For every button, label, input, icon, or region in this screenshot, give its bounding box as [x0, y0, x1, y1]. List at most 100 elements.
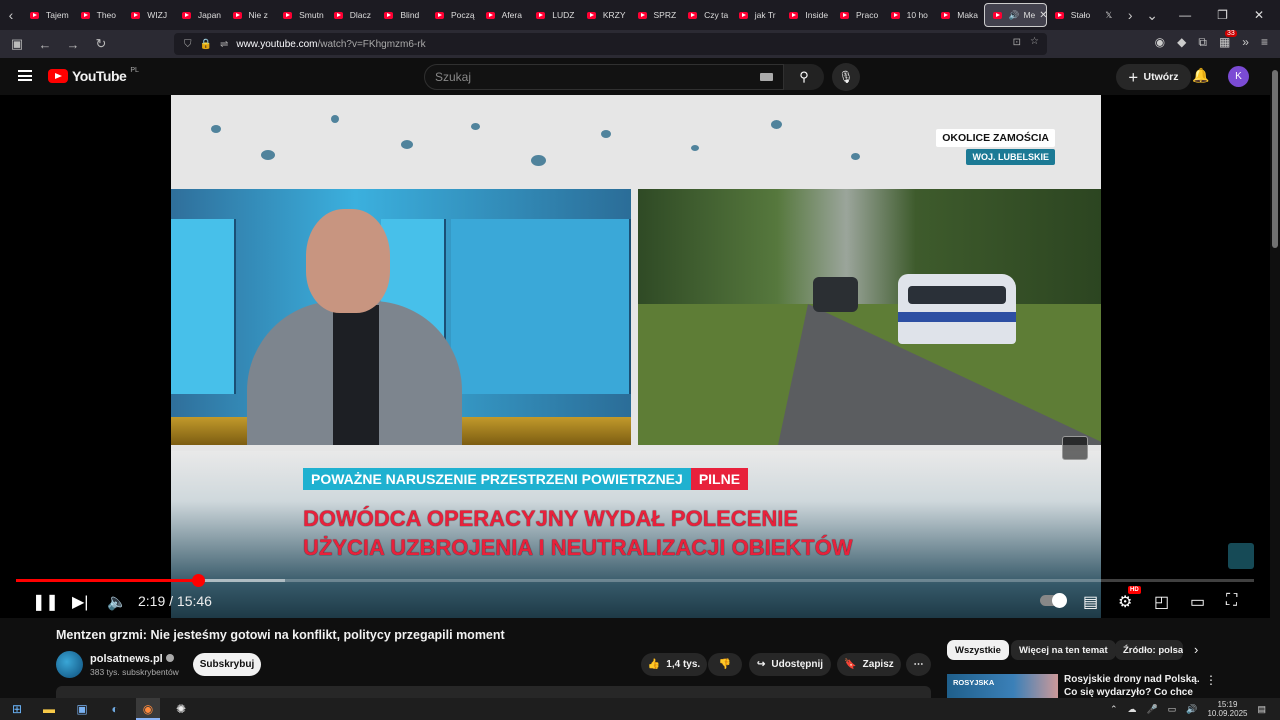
window-close-icon[interactable]: ✕ — [1254, 8, 1264, 22]
scrubber-handle[interactable] — [191, 574, 205, 587]
settings-app-icon[interactable]: ✺ — [173, 701, 189, 717]
youtube-logo[interactable]: YouTube PL — [48, 67, 139, 84]
tabs-scroll-left-icon[interactable]: ‹ — [0, 7, 22, 23]
channel-avatar[interactable] — [56, 651, 83, 678]
picture-in-picture-icon[interactable] — [1062, 436, 1088, 460]
chip-source[interactable]: Źródło: polsa — [1115, 640, 1183, 660]
subtitles-icon[interactable]: ▤ — [1083, 592, 1098, 612]
browser-tab[interactable]: LUDZ — [528, 3, 579, 27]
recommended-title[interactable]: Rosyjskie drony nad Polską. Co się wydar… — [1064, 673, 1204, 698]
chip-all[interactable]: Wszystkie — [947, 640, 1009, 660]
browser-tab[interactable]: jak Tr — [731, 3, 782, 27]
notifications-icon[interactable]: ▤ — [1257, 704, 1266, 715]
browser-tab[interactable]: Stało — [1047, 3, 1098, 27]
microphone-tray-icon[interactable]: 🎤 — [1146, 704, 1157, 715]
volume-icon[interactable]: 🔈 — [107, 592, 127, 612]
reload-icon[interactable]: ↻ — [94, 36, 108, 52]
shield-icon[interactable]: ⛉ — [184, 39, 192, 50]
firefox-icon[interactable]: ◉ — [140, 701, 156, 717]
browser-tab[interactable]: KRZY — [579, 3, 630, 27]
subscribe-button[interactable]: Subskrybuj — [193, 653, 261, 676]
cloud-icon[interactable]: ☁ — [1127, 704, 1136, 715]
browser-tab[interactable]: WIZJ — [123, 3, 174, 27]
more-actions-button[interactable]: ⋯ — [906, 653, 931, 676]
browser-tab[interactable]: Inside — [781, 3, 832, 27]
app-menu-icon[interactable]: ≡ — [1261, 35, 1268, 50]
autoplay-toggle[interactable] — [1040, 593, 1067, 608]
browser-tab[interactable]: Tajem — [22, 3, 73, 27]
reader-view-icon[interactable]: ⊡ — [1013, 37, 1021, 48]
description-box-edge[interactable] — [56, 686, 931, 698]
theater-mode-icon[interactable]: ▭ — [1190, 592, 1205, 612]
recommended-thumbnail[interactable]: ROSYJSKA — [947, 674, 1058, 698]
pause-icon[interactable]: ❚❚ — [32, 592, 59, 612]
avatar[interactable]: K — [1228, 66, 1249, 87]
back-icon[interactable]: ← — [38, 37, 52, 52]
voice-search-button[interactable]: 🎙 — [832, 63, 860, 91]
recommended-more-icon[interactable]: ⋮ — [1205, 673, 1217, 687]
volume-tray-icon[interactable]: 🔊 — [1186, 704, 1197, 715]
tabs-scroll-right-icon[interactable]: › — [1119, 7, 1141, 23]
browser-tab[interactable]: Czy ta — [680, 3, 731, 27]
browser-tab[interactable]: Nie z — [225, 3, 276, 27]
notifications-bell-icon[interactable]: 🔔 — [1192, 67, 1209, 84]
lock-icon[interactable]: 🔒 — [200, 39, 212, 50]
windows-start-icon[interactable]: ⊞ — [9, 701, 25, 717]
chips-next-chevron-icon[interactable]: › — [1194, 642, 1198, 657]
dislike-button[interactable]: 👎 — [708, 653, 742, 676]
file-explorer-icon[interactable]: ▬ — [41, 701, 57, 717]
browser-tab[interactable]: Dlacz — [326, 3, 377, 27]
bookmark-star-icon[interactable]: ☆ — [1030, 36, 1039, 47]
tab-close-icon[interactable]: ✕ — [1039, 10, 1046, 21]
address-bar[interactable]: ⛉ 🔒 ⇌ www.youtube.com/watch?v=FKhgmzm6-r… — [174, 33, 1047, 55]
chip-related[interactable]: Więcej na ten temat — [1011, 640, 1116, 660]
permissions-icon[interactable]: ⇌ — [220, 39, 228, 50]
extension-shield-icon[interactable]: ◉ — [1155, 35, 1165, 50]
x-favicon-icon[interactable]: 𝕏 — [1097, 3, 1119, 27]
keyboard-icon[interactable] — [760, 73, 773, 81]
tray-overflow-icon[interactable]: ⌃ — [1110, 704, 1118, 715]
browser-tab[interactable]: Theo — [73, 3, 124, 27]
tab-groups-icon[interactable]: ▣ — [10, 36, 24, 52]
browser-tab[interactable]: 10 ho — [883, 3, 934, 27]
app-icon[interactable]: ▣ — [74, 701, 90, 717]
settings-gear-icon[interactable]: ⚙ — [1118, 592, 1132, 612]
forward-icon[interactable]: → — [66, 37, 80, 52]
video-frame[interactable]: OKOLICE ZAMOŚCIA WOJ. LUBELSKIE POWAŻNE … — [171, 95, 1101, 618]
browser-tab[interactable]: Począ — [427, 3, 478, 27]
browser-tab[interactable]: Smutn — [275, 3, 326, 27]
guide-menu-icon[interactable] — [18, 70, 32, 81]
page-scrollbar[interactable] — [1270, 58, 1280, 698]
steam-icon[interactable]: ◐ — [107, 701, 123, 717]
scrollbar-thumb[interactable] — [1272, 70, 1278, 248]
network-icon[interactable]: ▭ — [1168, 704, 1177, 715]
speaker-icon[interactable]: 🔊 — [1009, 10, 1020, 21]
video-player[interactable]: OKOLICE ZAMOŚCIA WOJ. LUBELSKIE POWAŻNE … — [0, 95, 1270, 618]
minimize-icon[interactable]: — — [1179, 8, 1191, 22]
browser-tab[interactable]: Japan — [174, 3, 225, 27]
channel-watermark[interactable] — [1228, 543, 1254, 569]
search-input[interactable]: Szukaj — [424, 64, 784, 90]
progress-bar[interactable] — [16, 574, 1254, 587]
channel-name[interactable]: polsatnews.pl — [90, 653, 174, 665]
next-video-icon[interactable]: ▶| — [72, 592, 88, 612]
extension-fox-icon[interactable]: ◆ — [1177, 35, 1186, 50]
list-all-tabs-icon[interactable]: ⌄ — [1141, 7, 1163, 24]
browser-tab[interactable]: Blind — [376, 3, 427, 27]
miniplayer-icon[interactable]: ◰ — [1154, 592, 1169, 612]
browser-tab[interactable]: Afera — [478, 3, 529, 27]
browser-tab[interactable]: Praco — [832, 3, 883, 27]
extensions-puzzle-icon[interactable]: ⧉ — [1198, 35, 1207, 50]
browser-tab[interactable]: Maka — [933, 3, 984, 27]
active-browser-tab[interactable]: 🔊Me✕ — [983, 3, 1047, 27]
share-button[interactable]: ↪ Udostępnij — [749, 653, 831, 676]
clock[interactable]: 15:19 10.09.2025 — [1207, 700, 1247, 718]
save-button[interactable]: 🔖 Zapisz — [837, 653, 901, 676]
fullscreen-icon[interactable]: ⛶ — [1226, 592, 1237, 610]
restore-icon[interactable]: ❐ — [1217, 8, 1228, 22]
like-button[interactable]: 👍 1,4 tys. — [641, 653, 707, 676]
search-button[interactable]: ⚲ — [784, 64, 824, 90]
extension-badge-icon[interactable]: ▦ 33 — [1219, 30, 1237, 50]
overflow-chevron-icon[interactable]: » — [1242, 35, 1249, 50]
browser-tab[interactable]: SPRZ — [630, 3, 681, 27]
